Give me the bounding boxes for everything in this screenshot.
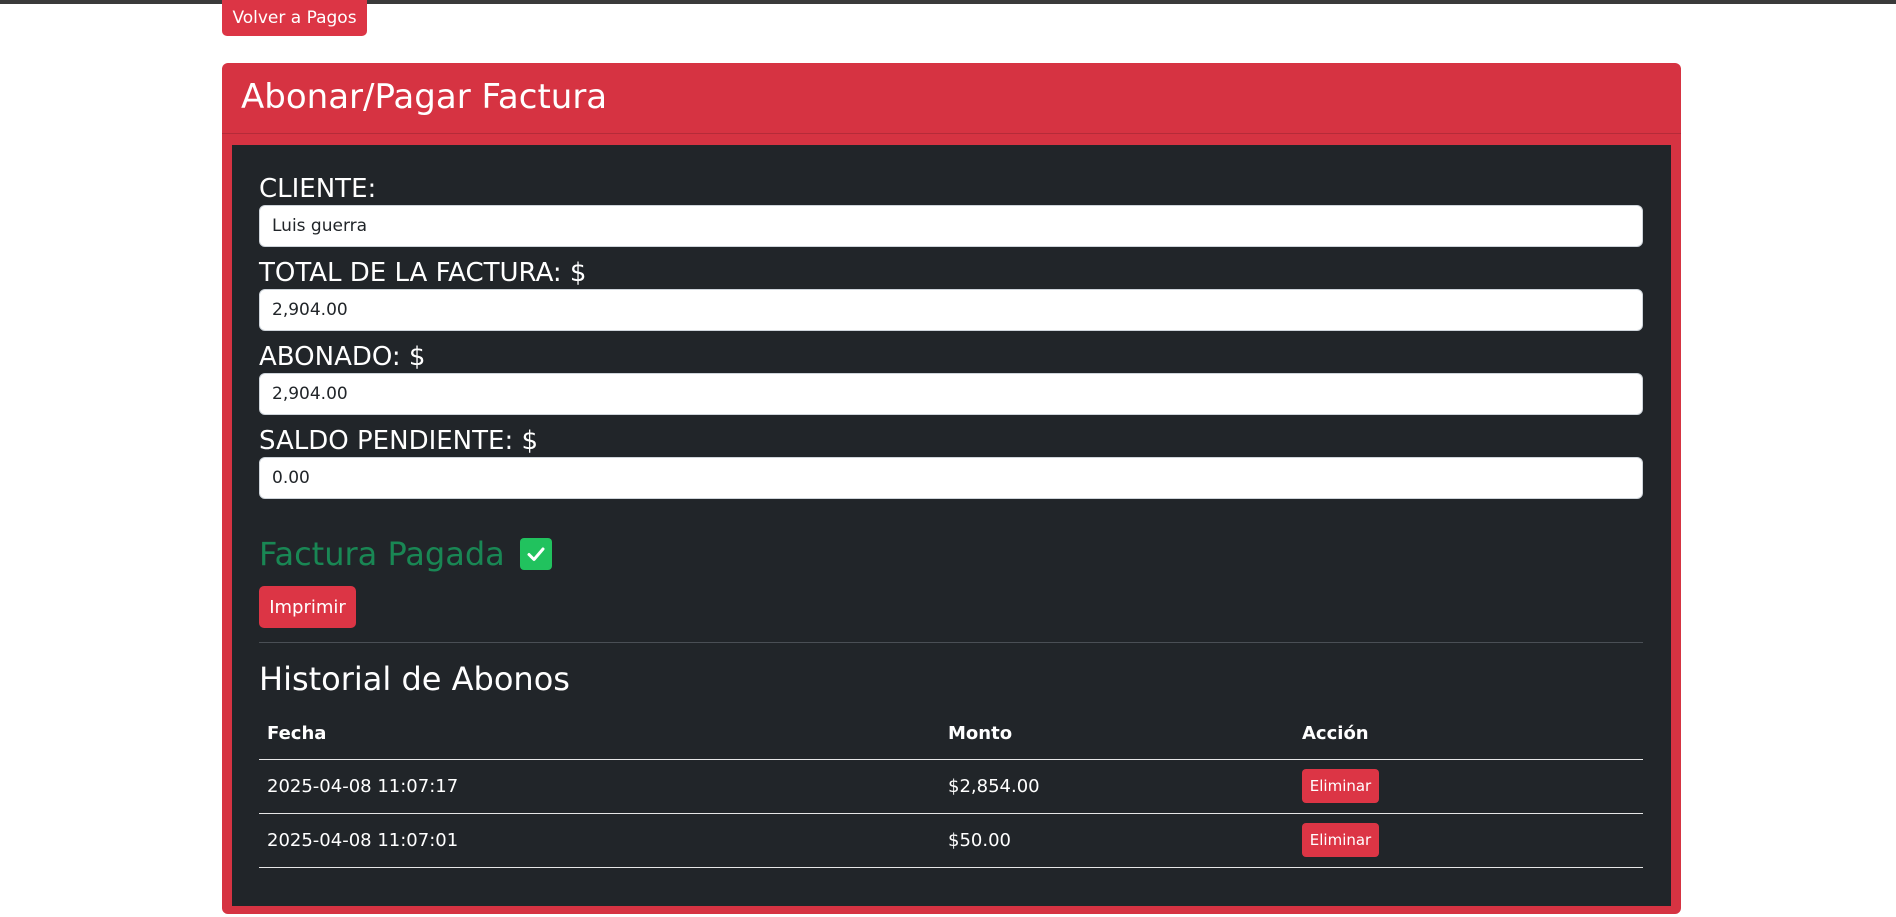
row-fecha: 2025-04-08 11:07:01 <box>259 813 940 868</box>
table-row: 2025-04-08 11:07:01 $50.00 Eliminar <box>259 813 1643 868</box>
page-title: Abonar/Pagar Factura <box>241 77 608 117</box>
print-button[interactable]: Imprimir <box>259 586 356 628</box>
status-text: Factura Pagada <box>259 535 505 573</box>
history-title: Historial de Abonos <box>259 660 570 698</box>
row-monto: $50.00 <box>940 813 1294 868</box>
check-square-icon <box>519 538 552 570</box>
total-label: TOTAL DE LA FACTURA: $ <box>259 258 587 288</box>
column-header-accion: Acción <box>1294 708 1643 760</box>
row-action-cell: Eliminar <box>1294 759 1643 814</box>
abonado-input[interactable] <box>259 373 1643 415</box>
card-header: Abonar/Pagar Factura <box>222 63 1681 134</box>
abonado-label: ABONADO: $ <box>259 342 426 372</box>
back-to-payments-button[interactable]: Volver a Pagos <box>222 0 367 36</box>
cliente-input[interactable] <box>259 205 1643 247</box>
row-monto: $2,854.00 <box>940 759 1294 814</box>
table-row: 2025-04-08 11:07:17 $2,854.00 Eliminar <box>259 759 1643 814</box>
history-table: Fecha Monto Acción 2025-04-08 11:07:17 $… <box>259 708 1643 868</box>
delete-button[interactable]: Eliminar <box>1302 769 1379 803</box>
table-header-row: Fecha Monto Acción <box>259 708 1643 760</box>
delete-button[interactable]: Eliminar <box>1302 823 1379 857</box>
column-header-monto: Monto <box>940 708 1294 760</box>
total-input[interactable] <box>259 289 1643 331</box>
saldo-input[interactable] <box>259 457 1643 499</box>
payment-status: Factura Pagada <box>259 535 552 573</box>
column-header-fecha: Fecha <box>259 708 940 760</box>
saldo-label: SALDO PENDIENTE: $ <box>259 426 539 456</box>
card-body: CLIENTE: TOTAL DE LA FACTURA: $ ABONADO:… <box>232 145 1671 906</box>
row-fecha: 2025-04-08 11:07:17 <box>259 759 940 814</box>
divider <box>259 642 1643 643</box>
cliente-label: CLIENTE: <box>259 174 377 204</box>
payment-card: Abonar/Pagar Factura CLIENTE: TOTAL DE L… <box>222 63 1681 914</box>
row-action-cell: Eliminar <box>1294 813 1643 868</box>
